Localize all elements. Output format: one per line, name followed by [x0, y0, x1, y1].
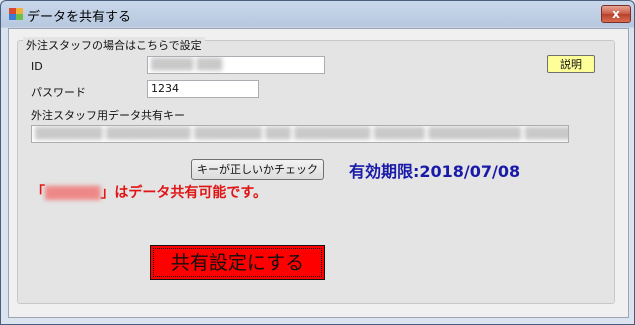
- password-label: パスワード: [31, 86, 86, 99]
- id-redacted-value: █████ ███: [151, 58, 223, 71]
- enable-sharing-label: 共有設定にする: [153, 248, 322, 277]
- share-key-label: 外注スタッフ用データ共有キー: [31, 109, 185, 122]
- app-icon: [9, 8, 23, 20]
- window-title: データを共有する: [27, 10, 132, 25]
- password-field[interactable]: 1234: [147, 80, 259, 98]
- close-button[interactable]: x: [601, 5, 631, 23]
- id-label: ID: [31, 60, 43, 73]
- enable-sharing-button[interactable]: 共有設定にする: [150, 245, 325, 280]
- status-redacted-name: ██████: [45, 186, 101, 200]
- share-status-message: 「██████」はデータ共有可能です。: [31, 182, 267, 202]
- share-key-redacted-value: ████████ ██████████ ████████ ███ ███████…: [35, 127, 569, 140]
- help-button[interactable]: 説明: [547, 55, 595, 73]
- status-suffix: 」はデータ共有可能です。: [100, 185, 267, 201]
- dialog-window: データを共有する x 外注スタッフの場合はこちらで設定 ID █████ ███…: [0, 0, 635, 325]
- status-open-quote: 「: [31, 185, 45, 201]
- id-field[interactable]: █████ ███: [147, 56, 325, 74]
- check-key-button[interactable]: キーが正しいかチェック: [191, 159, 324, 180]
- group-title: 外注スタッフの場合はこちらで設定: [23, 37, 205, 53]
- share-key-field[interactable]: ████████ ██████████ ████████ ███ ███████…: [31, 125, 569, 143]
- title-bar[interactable]: データを共有する x: [1, 1, 634, 28]
- expiry-date: 有効期限:2018/07/08: [349, 162, 521, 181]
